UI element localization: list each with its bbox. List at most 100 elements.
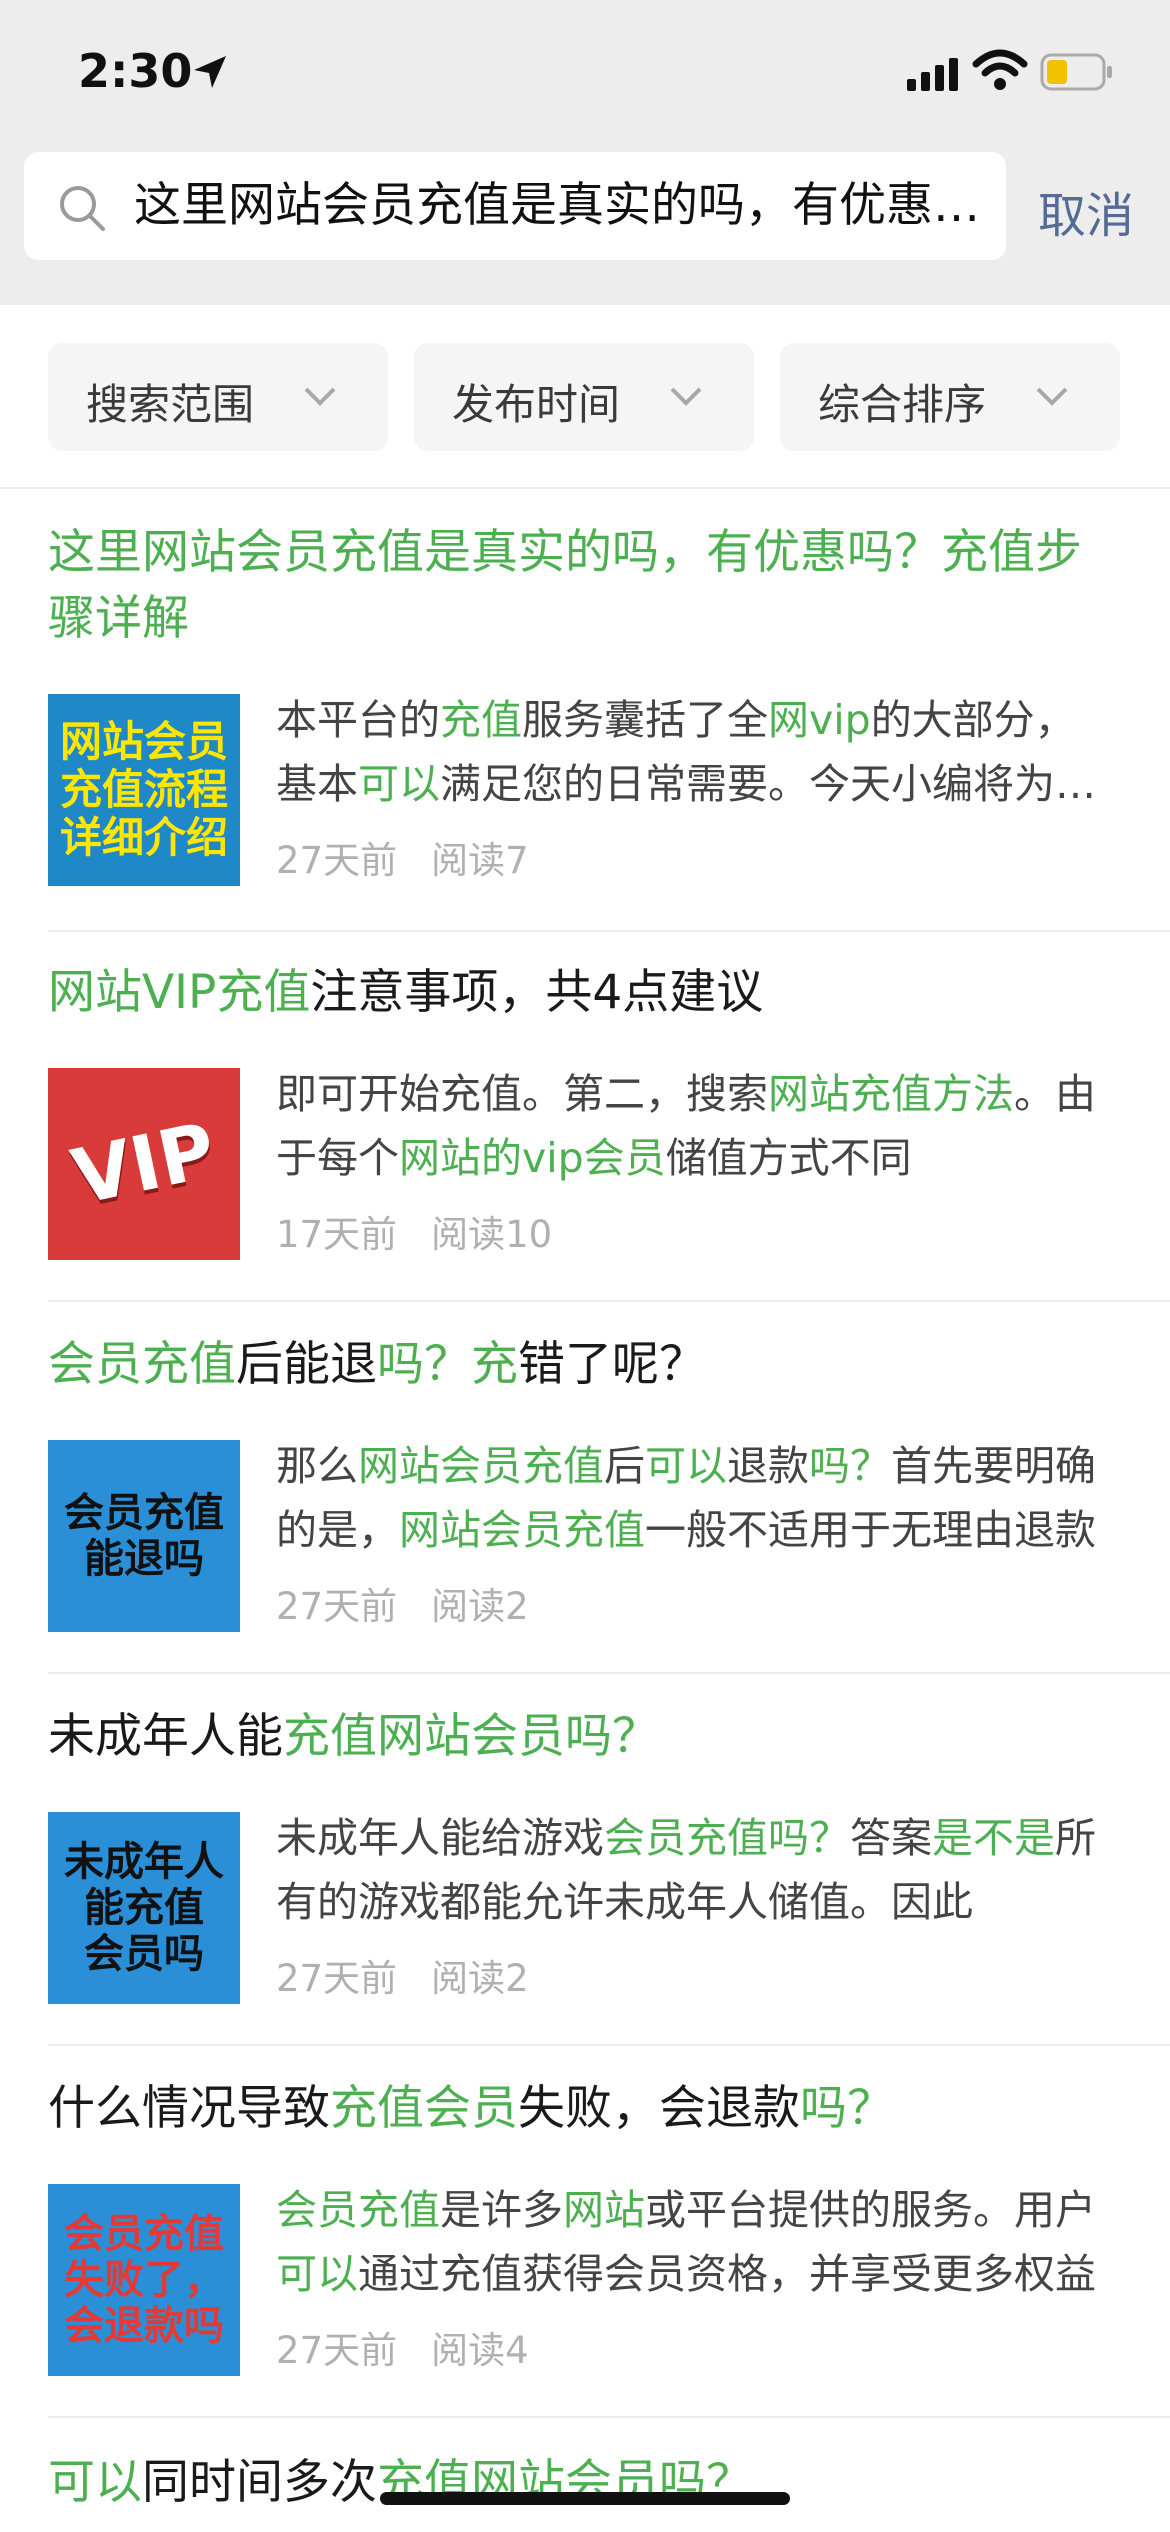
result-meta: 27天前 阅读2 — [276, 1948, 529, 2002]
text-segment: 许多 — [481, 2186, 563, 2234]
cellular-signal-icon — [907, 58, 958, 91]
result-meta: 17天前 阅读10 — [276, 1204, 552, 1258]
text-segment: 未成年人能给游戏 — [276, 1814, 604, 1862]
result-meta: 27天前 阅读7 — [276, 830, 529, 884]
result-time: 27天前 — [276, 2329, 398, 2372]
result-item[interactable]: 这里网站会员充值是真实的吗，有优惠吗？充值步骤详解 网站会员 充值流程 详细介绍 本… — [48, 520, 1170, 932]
highlighted-keyword: 可以 — [358, 760, 440, 808]
highlighted-keyword: 网站充值方法 — [768, 1070, 1014, 1118]
result-reads: 阅读4 — [431, 2329, 529, 2372]
text-segment: 退款 — [727, 1442, 809, 1490]
thumbnail-text: 网站会员 充值流程 详细介绍 — [59, 716, 228, 863]
search-query-text[interactable]: 这里网站会员充值是真实的吗，有优惠吗？充值步骤详解 — [134, 176, 990, 236]
result-meta: 27天前 阅读4 — [276, 2320, 529, 2374]
result-snippet: 会员充值是许多网站或平台提供的服务。用户可以通过充值获得会员资格，并享受更多权益 — [276, 2178, 1106, 2306]
highlighted-keyword: 充值网站会员吗？ — [283, 1709, 659, 1764]
highlighted-keyword: 网站会员充值 — [358, 1442, 604, 1490]
result-item[interactable]: 什么情况导致充值会员失败，会退款吗？ 会员充值 失败了， 会退款吗 会员充值是许多网… — [48, 2076, 1170, 2418]
text-segment: 储值方式不同 — [665, 1134, 912, 1182]
result-item[interactable]: 可以同时间多次充值网站会员吗？ — [48, 2450, 1170, 2532]
text-segment: 或平台提供的服务。用户 — [645, 2186, 1096, 2234]
filter-label: 搜索范围 — [86, 380, 255, 429]
text-segment: 本平台的 — [276, 696, 440, 744]
status-bar: 2:30 — [0, 0, 1170, 140]
highlighted-keyword: 吗？ — [800, 2081, 894, 2136]
text-segment: 即可开始充值。第二，搜索 — [276, 1070, 768, 1118]
wifi-icon — [972, 49, 1028, 90]
highlighted-keyword: 网站 — [563, 2186, 645, 2234]
text-segment: 什么情况导致 — [48, 2081, 330, 2136]
highlighted-keyword: 网站的vip会员 — [399, 1134, 666, 1182]
text-segment: 是 — [440, 2186, 481, 2234]
highlighted-keyword: 充值会员 — [330, 2081, 518, 2136]
result-thumbnail: 会员充值 失败了， 会退款吗 — [48, 2184, 240, 2376]
result-snippet: 本平台的充值服务囊括了全网vip的大部分，基本可以满足您的日常需要。今天小编将为… — [276, 688, 1106, 816]
highlighted-keyword: 会员充值吗？ — [604, 1814, 850, 1862]
highlighted-keyword: 充值 — [440, 696, 522, 744]
result-title[interactable]: 网站VIP充值注意事项，共4点建议 — [48, 960, 1098, 1026]
result-snippet: 未成年人能给游戏会员充值吗？答案是不是所有的游戏都能允许未成年人储值。因此 — [276, 1806, 1106, 1934]
filter-label: 发布时间 — [452, 380, 621, 429]
filter-search-scope[interactable]: 搜索范围 — [48, 343, 388, 451]
result-title[interactable]: 可以同时间多次充值网站会员吗？ — [48, 2450, 1098, 2516]
result-item[interactable]: 网站VIP充值注意事项，共4点建议 VIP 即可开始充值。第二，搜索网站充值方法… — [48, 960, 1170, 1302]
thumbnail-text: 会员充值 能退吗 — [64, 1490, 224, 1582]
result-snippet: 那么网站会员充值后可以退款吗？首先要明确的是，网站会员充值一般不适用于无理由退款 — [276, 1434, 1106, 1562]
result-thumbnail: VIP — [48, 1068, 240, 1260]
result-reads: 阅读2 — [431, 1585, 529, 1628]
highlighted-keyword: 可以 — [48, 2455, 142, 2510]
text-segment: 一般不适用于无理由退款 — [645, 1506, 1096, 1554]
text-segment: 那么 — [276, 1442, 358, 1490]
chevron-down-icon — [670, 387, 702, 406]
chevron-down-icon — [304, 387, 336, 406]
home-indicator[interactable] — [380, 2492, 790, 2505]
result-snippet: 即可开始充值。第二，搜索网站充值方法。由于每个网站的vip会员储值方式不同 — [276, 1062, 1106, 1190]
result-title[interactable]: 什么情况导致充值会员失败，会退款吗？ — [48, 2076, 1098, 2142]
filter-bar: 搜索范围 发布时间 综合排序 — [0, 305, 1170, 489]
filter-label: 综合排序 — [818, 380, 987, 429]
search-icon — [60, 186, 105, 231]
text-segment: 后 — [604, 1442, 645, 1490]
text-segment: 未成年人能 — [48, 1709, 283, 1764]
cancel-button[interactable]: 取消 — [1038, 176, 1134, 246]
top-bar: 2:30 这里网站会员充值是真实的吗，有优惠吗？充值步骤详解 取消 — [0, 0, 1170, 305]
highlighted-keyword: 网vip — [768, 696, 871, 744]
battery-icon — [1040, 53, 1112, 91]
result-title[interactable]: 这里网站会员充值是真实的吗，有优惠吗？充值步骤详解 — [48, 520, 1098, 652]
text-segment: 注意事项，共4点建议 — [310, 965, 764, 1020]
text-segment: 后能退 — [236, 1337, 377, 1392]
thumbnail-text: VIP — [64, 1105, 224, 1223]
filter-sort-order[interactable]: 综合排序 — [780, 343, 1120, 451]
result-title[interactable]: 会员充值后能退吗？充错了呢？ — [48, 1332, 1098, 1398]
result-reads: 阅读2 — [431, 1957, 529, 2000]
result-reads: 阅读7 — [431, 839, 529, 882]
result-time: 27天前 — [276, 839, 398, 882]
result-thumbnail: 未成年人 能充值 会员吗 — [48, 1812, 240, 2004]
status-time: 2:30 — [78, 44, 193, 98]
text-segment: 同时间多次 — [142, 2455, 377, 2510]
result-reads: 阅读10 — [431, 1213, 553, 1256]
highlighted-keyword: 网站会员充值 — [399, 1506, 645, 1554]
highlighted-keyword: 吗？ — [809, 1442, 891, 1490]
result-item[interactable]: 未成年人能充值网站会员吗？ 未成年人 能充值 会员吗 未成年人能给游戏会员充值吗？答… — [48, 1704, 1170, 2046]
highlighted-keyword: 吗？充 — [377, 1337, 518, 1392]
highlighted-keyword: 可以 — [645, 1442, 727, 1490]
location-arrow-icon — [194, 56, 226, 88]
result-title[interactable]: 未成年人能充值网站会员吗？ — [48, 1704, 1098, 1770]
result-thumbnail: 网站会员 充值流程 详细介绍 — [48, 694, 240, 886]
highlighted-keyword: 会员充值 — [276, 2186, 440, 2234]
result-item[interactable]: 会员充值后能退吗？充错了呢？ 会员充值 能退吗 那么网站会员充值后可以退款吗？首先… — [48, 1332, 1170, 1674]
thumbnail-text: 会员充值 失败了， 会退款吗 — [64, 2211, 224, 2349]
highlighted-keyword: 网站VIP充值 — [48, 965, 311, 1020]
filter-publish-time[interactable]: 发布时间 — [414, 343, 754, 451]
highlighted-keyword: 这里网站会员充值是真实的吗，有优惠吗？充值步骤详解 — [48, 525, 1082, 646]
chevron-down-icon — [1036, 387, 1068, 406]
highlighted-keyword: 会员充值 — [48, 1337, 236, 1392]
text-segment: 通过充值获得会员资格，并享受更多权益 — [358, 2250, 1096, 2298]
text-segment: 答案 — [850, 1814, 932, 1862]
text-segment: 服务囊括了全 — [522, 696, 768, 744]
highlighted-keyword: 是不是 — [932, 1814, 1055, 1862]
search-field[interactable]: 这里网站会员充值是真实的吗，有优惠吗？充值步骤详解 — [24, 152, 1006, 260]
result-meta: 27天前 阅读2 — [276, 1576, 529, 1630]
thumbnail-text: 未成年人 能充值 会员吗 — [64, 1839, 224, 1977]
